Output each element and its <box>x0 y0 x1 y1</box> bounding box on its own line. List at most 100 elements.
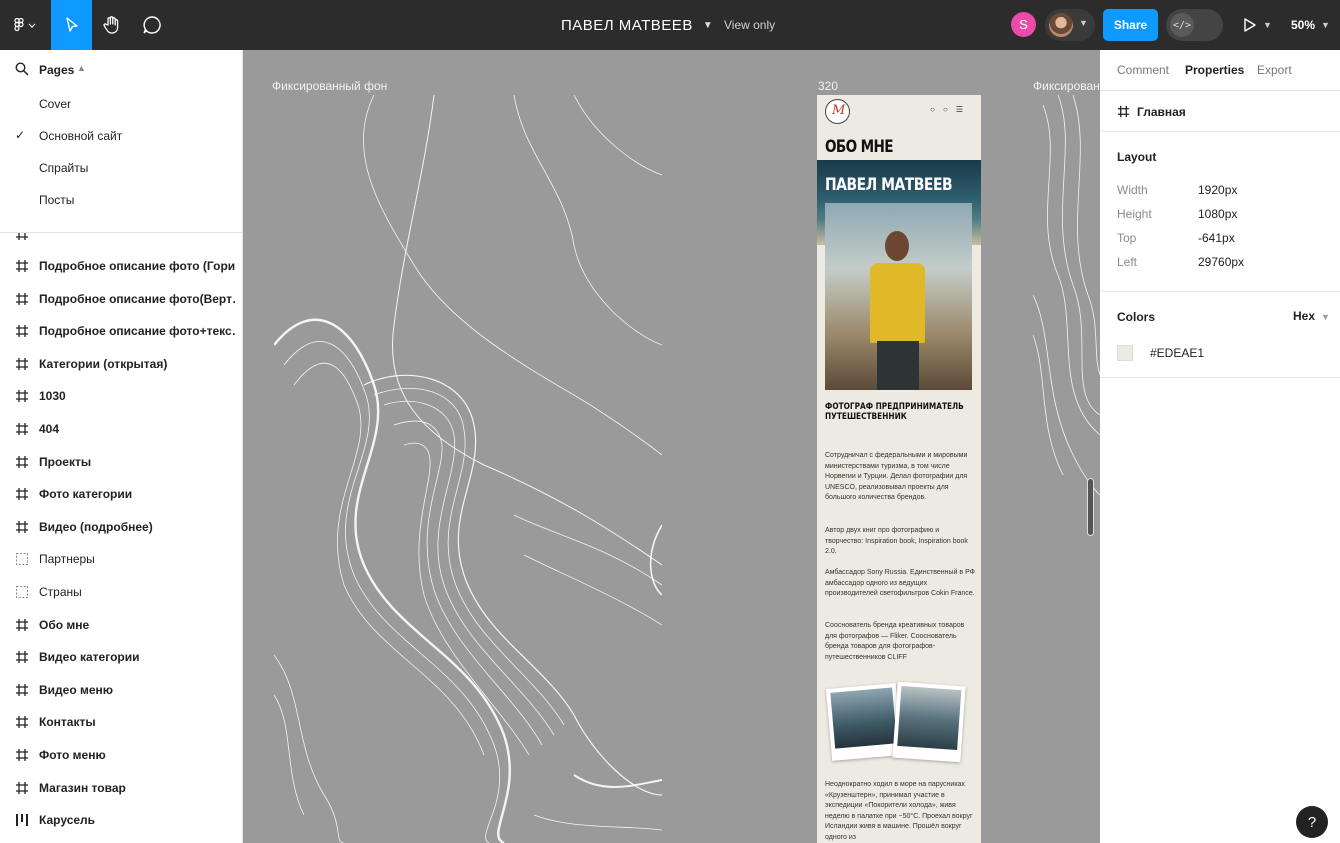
layer-item[interactable]: Подробное описание фото (Гори… <box>0 251 242 283</box>
chevron-up-icon[interactable]: ▲ <box>77 63 86 73</box>
layer-item[interactable]: Обо мне <box>0 610 242 642</box>
frame-name: Главная <box>1137 105 1186 119</box>
divider <box>1100 291 1340 292</box>
layer-label: Подробное описание фото (Гори… <box>39 259 235 273</box>
color-format-select[interactable]: Hex ▼ <box>1293 309 1330 323</box>
page-item[interactable]: Посты <box>0 184 242 216</box>
hand-tool-button[interactable] <box>92 0 132 50</box>
mobile-heading: ОБО МНЕ <box>825 137 894 157</box>
cursor-icon <box>65 17 78 32</box>
layer-label: Фото категории <box>39 487 133 502</box>
zoom-menu[interactable]: 50% ▼ <box>1291 0 1330 50</box>
layer-item[interactable]: Магазин товар <box>0 773 242 805</box>
chevron-down-icon: ▼ <box>1321 20 1330 30</box>
comment-icon <box>143 16 161 34</box>
dev-mode-toggle[interactable]: </> <box>1166 9 1223 41</box>
layer-item-partial[interactable] <box>0 233 242 251</box>
tab-comment[interactable]: Comment <box>1117 63 1169 77</box>
colors-section-title: Colors <box>1117 310 1156 324</box>
columns-icon <box>16 814 28 827</box>
layout-row-height: Height 1080px <box>1117 207 1238 221</box>
layer-item[interactable]: Категории (открытая) <box>0 349 242 381</box>
frame-icon <box>16 488 28 501</box>
pages-header[interactable]: Pages ▲ <box>0 50 242 88</box>
layer-item[interactable]: Партнеры <box>0 544 242 576</box>
main-menu-button[interactable] <box>0 0 50 50</box>
file-title[interactable]: ПАВЕЛ МАТВЕЕВ ▼ <box>561 0 713 50</box>
layer-label: Контакты <box>39 715 96 730</box>
layer-item[interactable]: 1030 <box>0 381 242 413</box>
color-swatch[interactable] <box>1117 345 1133 361</box>
frame-icon <box>16 716 28 729</box>
layer-label: 1030 <box>39 389 66 404</box>
layer-item[interactable]: Видео меню <box>0 675 242 707</box>
share-button[interactable]: Share <box>1103 9 1158 41</box>
help-button[interactable]: ? <box>1296 806 1328 838</box>
canvas[interactable]: Фиксированный фон 320 Фиксированный фон <box>244 50 1100 843</box>
frame-label[interactable]: 320 <box>818 79 838 93</box>
layer-label: Обо мне <box>39 617 90 632</box>
layer-label: Проекты <box>39 454 92 469</box>
present-button[interactable]: ▼ <box>1243 0 1279 50</box>
canvas-scrollbar[interactable] <box>1087 478 1094 536</box>
layer-item[interactable]: Подробное описание фото(Верт… <box>0 284 242 316</box>
mobile-paragraph: Сотрудничал с федеральными и мировыми ми… <box>825 452 968 501</box>
frame-icon <box>16 520 28 533</box>
panel-tabs: Comment Properties Export <box>1100 50 1340 91</box>
portrait-photo <box>825 203 972 390</box>
layer-item[interactable]: Фото категории <box>0 479 242 511</box>
layer-item[interactable]: Страны <box>0 577 242 609</box>
move-tool-button[interactable] <box>51 0 92 50</box>
layer-item[interactable]: Видео (подробнее) <box>0 512 242 544</box>
mobile-paragraph: Сооснователь бренда креативных товаров д… <box>825 622 965 661</box>
layer-item[interactable]: Видео категории <box>0 642 242 674</box>
search-icon[interactable] <box>15 62 29 76</box>
user-avatar <box>1049 13 1073 37</box>
layer-item[interactable]: Контакты <box>0 707 242 739</box>
frame-label[interactable]: Фиксированный фон <box>1033 79 1100 93</box>
layer-label: Подробное описание фото+текс… <box>39 324 235 339</box>
tab-export[interactable]: Export <box>1257 63 1292 77</box>
frame-icon <box>16 390 28 403</box>
chevron-down-icon: ▼ <box>1263 20 1272 30</box>
pages-title: Pages <box>39 63 75 77</box>
mobile-subtitle: ФОТОГРАФ ПРЕДПРИНИМАТЕЛЬ ПУТЕШЕСТВЕННИК <box>825 402 964 422</box>
page-label: Спрайты <box>39 161 89 175</box>
layer-item[interactable]: Карусель <box>0 805 242 837</box>
avatar[interactable]: S <box>1011 12 1036 37</box>
color-value[interactable]: #EDEAE1 <box>1150 346 1204 360</box>
frame-icon <box>1117 105 1130 118</box>
topographic-background[interactable] <box>1033 95 1100 495</box>
properties-panel: Comment Properties Export Главная Layout… <box>1100 50 1340 843</box>
layer-item[interactable]: Подробное описание фото+текс… <box>0 316 242 348</box>
tab-properties[interactable]: Properties <box>1185 63 1244 77</box>
comment-tool-button[interactable] <box>132 0 172 50</box>
frame-icon <box>16 423 28 435</box>
page-item[interactable]: Спрайты <box>0 152 242 184</box>
mobile-paragraph: Амбассадор Sony Russia. Единственный в Р… <box>825 569 976 597</box>
checkmark-icon: ✓ <box>15 128 26 142</box>
page-item-selected[interactable]: ✓ Основной сайт <box>0 120 242 152</box>
layer-item[interactable]: Проекты <box>0 447 242 479</box>
frame-icon <box>16 618 28 631</box>
user-menu-button[interactable]: ▼ <box>1045 9 1095 41</box>
chevron-down-icon: ▼ <box>702 19 714 31</box>
page-label: Cover <box>39 97 72 111</box>
layout-row-width: Width 1920px <box>1117 183 1238 197</box>
frame-icon <box>16 357 28 370</box>
layer-label: Видео категории <box>39 650 140 665</box>
layer-label: Фото меню <box>39 748 106 762</box>
layout-row-left: Left 29760px <box>1117 255 1245 269</box>
layer-label: Партнеры <box>39 552 95 567</box>
layer-item[interactable]: 404 <box>0 414 242 446</box>
topographic-background[interactable] <box>274 95 662 843</box>
page-item[interactable]: Cover <box>0 88 242 120</box>
layer-label: Видео меню <box>39 682 114 697</box>
hand-icon <box>103 16 119 34</box>
frame-icon <box>16 749 28 761</box>
mobile-frame-preview[interactable]: ○○☰ ОБО МНЕ ПАВЕЛ МАТВЕЕВ ФОТОГРАФ ПРЕДП… <box>817 95 981 843</box>
frame-icon <box>16 455 28 468</box>
layer-list: Подробное описание фото (Гори… Подробное … <box>0 233 242 843</box>
layer-item[interactable]: Фото меню <box>0 740 242 772</box>
frame-label[interactable]: Фиксированный фон <box>272 79 387 93</box>
